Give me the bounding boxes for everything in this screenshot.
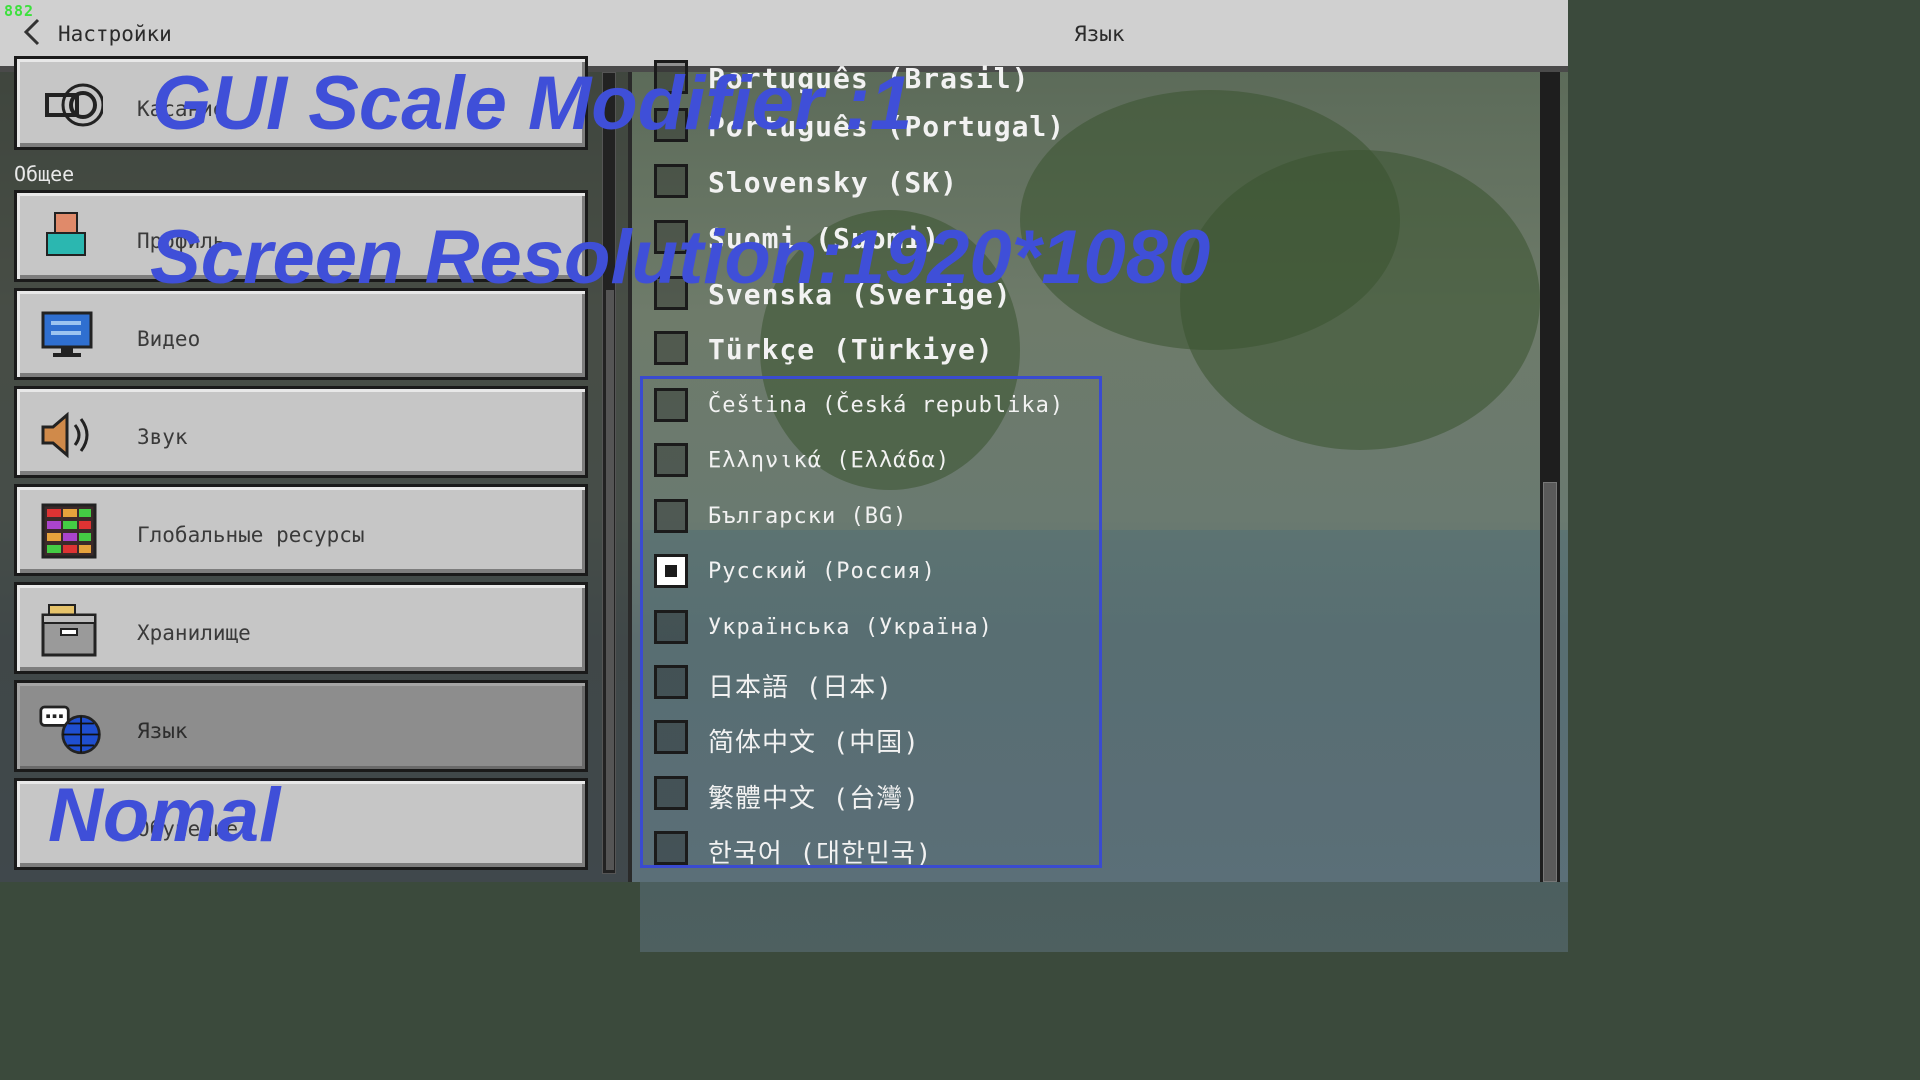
speaker-icon (41, 411, 89, 459)
storage-box-icon (41, 604, 97, 657)
sidebar-item-label: Глобальные ресурсы (137, 523, 365, 547)
sidebar-item-sound[interactable]: Звук (14, 386, 588, 478)
language-globe-icon (39, 705, 101, 755)
language-label: Türkçe (Türkiye) (708, 333, 994, 366)
language-label: Slovensky (SK) (708, 166, 959, 199)
back-arrow-icon[interactable] (22, 18, 48, 48)
sidebar-scrollbar-thumb[interactable] (606, 290, 614, 870)
annotation-highlight-box (640, 376, 1102, 868)
sidebar-item-global-resources[interactable]: Глобальные ресурсы (14, 484, 588, 576)
annotation-mode: Nomal (48, 773, 281, 858)
language-checkbox[interactable] (654, 164, 688, 198)
language-option[interactable]: Türkçe (Türkiye) (654, 323, 1514, 373)
sidebar-item-video[interactable]: Видео (14, 288, 588, 380)
page-title: Язык (1074, 22, 1125, 46)
touch-hand-icon (45, 83, 103, 127)
annotation-gui-scale: GUI Scale Modifier :1 (152, 61, 913, 146)
language-scrollbar-thumb[interactable] (1543, 482, 1557, 882)
sidebar-item-language[interactable]: Язык (14, 680, 588, 772)
profile-icon (46, 212, 86, 256)
language-checkbox[interactable] (654, 331, 688, 365)
sidebar-item-label: Хранилище (137, 621, 251, 645)
monitor-icon (41, 311, 93, 357)
chevron-left-icon (23, 18, 40, 46)
back-title[interactable]: Настройки (58, 22, 172, 46)
sidebar-item-label: Видео (137, 327, 201, 351)
section-header-general: Общее (14, 162, 75, 186)
resource-pack-icon (41, 503, 97, 559)
language-option[interactable]: Slovensky (SK) (654, 156, 1514, 206)
sidebar-item-label: Звук (137, 425, 188, 449)
annotation-resolution: Screen Resolution:1920*1080 (150, 215, 1211, 300)
sidebar-item-storage[interactable]: Хранилище (14, 582, 588, 674)
sidebar-item-label: Язык (137, 719, 188, 743)
